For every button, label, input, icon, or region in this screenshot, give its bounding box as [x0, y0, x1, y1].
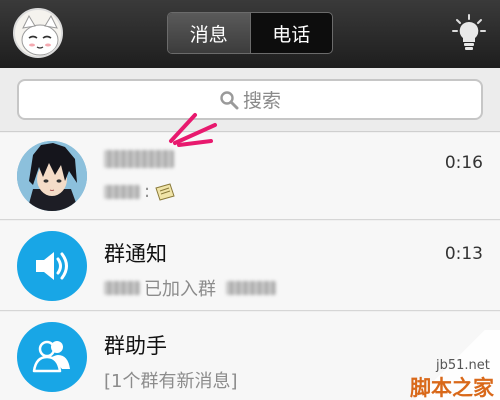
annotation-marks: [169, 113, 217, 147]
conversation-item[interactable]: 0:16 :: [0, 113, 500, 220]
blurred-name: [104, 150, 174, 168]
tab-calls[interactable]: 电话: [249, 13, 333, 53]
red-packet-sticker-icon: [155, 182, 175, 201]
contact-avatar: [17, 141, 87, 211]
group-notice-avatar: [17, 231, 87, 301]
profile-avatar[interactable]: [13, 8, 63, 58]
message-preview: [1个群有新消息]: [104, 371, 238, 392]
conversation-name: 群助手: [104, 334, 167, 358]
message-preview: :: [104, 181, 176, 202]
message-preview: 已加入群: [104, 275, 276, 301]
group-assistant-avatar: [17, 322, 87, 392]
search-input[interactable]: 搜索: [17, 79, 483, 120]
lightbulb-icon[interactable]: [452, 14, 486, 52]
message-time: 0:16: [444, 153, 483, 173]
watermark-brand: 脚本之家: [410, 376, 494, 400]
speaker-icon: [36, 252, 68, 280]
preview-text: 已加入群: [144, 279, 216, 300]
watermark-site: jb51.net: [436, 358, 490, 373]
search-area: 搜索: [0, 68, 500, 132]
contact-name: [104, 149, 174, 173]
top-bar: 消息 电话: [0, 0, 500, 68]
blurred-sender: [104, 184, 140, 199]
anime-character-avatar: [17, 141, 87, 211]
tab-messages[interactable]: 消息: [168, 13, 250, 53]
message-call-switch: 消息 电话: [167, 12, 333, 54]
blurred-group: [226, 281, 276, 295]
blurred-user: [104, 281, 140, 295]
search-icon: [220, 90, 239, 109]
people-icon: [32, 340, 70, 373]
cartoon-face-icon: [21, 14, 59, 56]
message-time: 0:13: [444, 244, 483, 264]
search-placeholder: 搜索: [242, 90, 281, 112]
preview-colon: :: [144, 181, 151, 202]
conversation-item[interactable]: 群通知 0:13 已加入群: [0, 221, 500, 311]
conversation-name: 群通知: [104, 242, 167, 266]
